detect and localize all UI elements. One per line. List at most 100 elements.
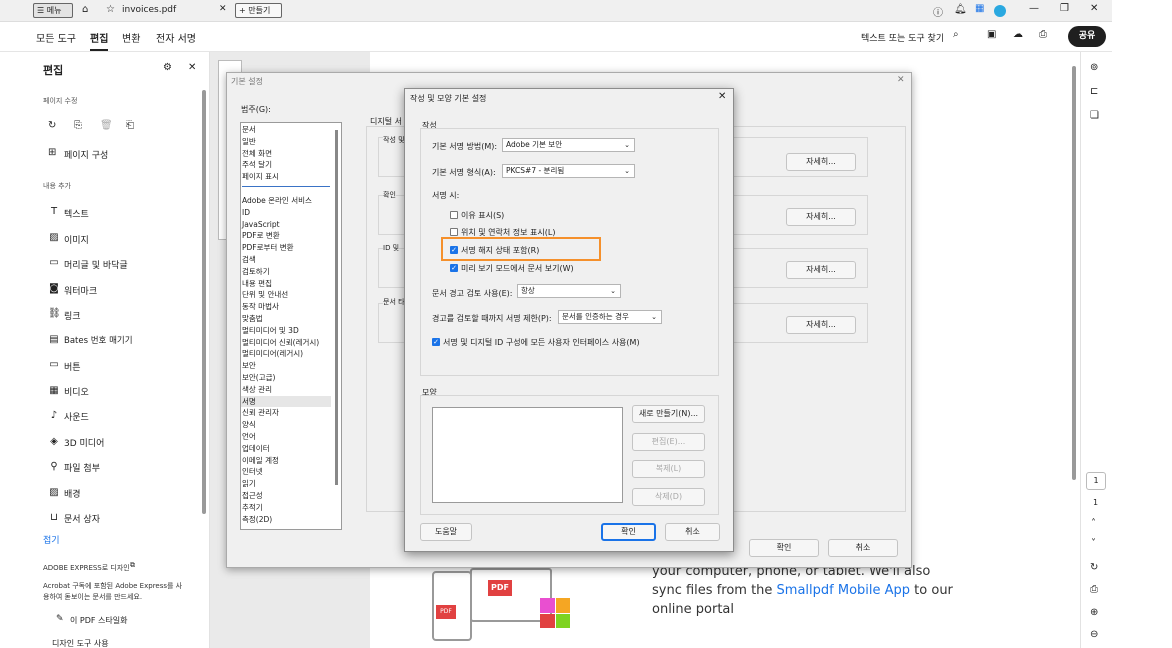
upload-cloud-icon[interactable]: ☁ xyxy=(1013,29,1023,40)
category-item[interactable]: 언어 xyxy=(242,431,319,443)
video-item[interactable]: 비디오 xyxy=(64,385,89,398)
category-item[interactable]: 단위 및 안내선 xyxy=(242,289,319,301)
category-item[interactable]: 동작 마법사 xyxy=(242,301,319,313)
fit-page-icon[interactable]: ⎙ xyxy=(1090,584,1098,595)
link-item[interactable]: 링크 xyxy=(64,309,81,322)
category-item[interactable]: 페이지 표시 xyxy=(242,171,279,183)
more-button-4[interactable]: 자세히... xyxy=(786,316,856,334)
preview-mode-checkbox[interactable]: ✓ xyxy=(450,264,458,272)
rotate-icon[interactable]: ↻ xyxy=(48,120,56,131)
ok-button[interactable]: 확인 xyxy=(601,523,656,541)
category-item[interactable]: 전체 화면 xyxy=(242,148,279,160)
show-location-checkbox[interactable] xyxy=(450,228,458,236)
organize-pages-item[interactable]: 페이지 구성 xyxy=(64,148,108,161)
comment-icon[interactable]: ⊚ xyxy=(1090,62,1098,73)
category-item[interactable]: PDF로부터 변환 xyxy=(242,242,319,254)
tab-all-tools[interactable]: 모든 도구 xyxy=(36,30,76,45)
category-item[interactable]: ID xyxy=(242,207,319,219)
save-icon[interactable]: ▣ xyxy=(987,29,996,40)
insert-page-icon[interactable]: ⎘ xyxy=(74,120,82,131)
close-window-icon[interactable]: ✕ xyxy=(1090,3,1098,14)
category-item[interactable]: PDF로 변환 xyxy=(242,230,319,242)
cancel-button[interactable]: 취소 xyxy=(665,523,720,541)
preferences-close-icon[interactable]: ✕ xyxy=(897,75,905,85)
category-item[interactable]: 접근성 xyxy=(242,490,319,502)
search-icon[interactable]: ⌕ xyxy=(953,29,959,40)
tab-convert[interactable]: 변환 xyxy=(122,30,140,45)
apps-icon[interactable]: ▦ xyxy=(975,3,984,14)
preferences-cancel-button[interactable]: 취소 xyxy=(828,539,898,557)
collapse-link[interactable]: 접기 xyxy=(43,533,60,546)
category-scrollbar[interactable] xyxy=(335,130,338,485)
close-tab-icon[interactable]: ✕ xyxy=(219,4,227,14)
category-item[interactable]: 일반 xyxy=(242,136,279,148)
new-appearance-button[interactable]: 새로 만들기(N)... xyxy=(632,405,705,423)
prevent-select[interactable]: 문서를 인증하는 경우 ⌄ xyxy=(558,310,662,324)
avatar[interactable] xyxy=(994,5,1006,17)
category-item[interactable]: 측정(2D) xyxy=(242,514,319,526)
refresh-icon[interactable]: ↻ xyxy=(1090,562,1098,573)
category-item[interactable]: 이메일 계정 xyxy=(242,455,319,467)
category-item[interactable]: 맞춤법 xyxy=(242,313,319,325)
stylize-pdf-item[interactable]: 이 PDF 스타일화 xyxy=(70,615,127,626)
menu-button[interactable]: ☰ 메뉴 xyxy=(33,3,73,18)
bookmark-icon[interactable]: ⊏ xyxy=(1090,86,1098,97)
header-footer-item[interactable]: 머리글 및 바닥글 xyxy=(64,258,128,271)
3d-media-item[interactable]: 3D 미디어 xyxy=(64,436,104,449)
category-item[interactable]: 문서 xyxy=(242,124,279,136)
attach-file-item[interactable]: 파일 첨부 xyxy=(64,461,100,474)
restore-icon[interactable]: ❐ xyxy=(1060,3,1069,14)
settings-gear-icon[interactable]: ⚙ xyxy=(163,62,172,73)
panel-scrollbar[interactable] xyxy=(202,90,206,514)
category-item[interactable]: 보안(고급) xyxy=(242,372,319,384)
help-icon[interactable]: ⓘ xyxy=(933,4,943,19)
share-button[interactable]: 공유 xyxy=(1068,26,1106,47)
smallpdf-app-link[interactable]: Smallpdf Mobile App xyxy=(777,583,911,598)
category-item[interactable]: 내용 편집 xyxy=(242,278,319,290)
design-tools-item[interactable]: 디자인 도구 사용 xyxy=(52,638,109,648)
category-item[interactable]: 멀티미디어(레거시) xyxy=(242,348,319,360)
category-item[interactable]: Adobe 온라인 서비스 xyxy=(242,195,319,207)
include-revocation-checkbox[interactable]: ✓ xyxy=(450,246,458,254)
warnings-select[interactable]: 항상 ⌄ xyxy=(517,284,621,298)
category-item[interactable]: 색상 관리 xyxy=(242,384,319,396)
add-text-item[interactable]: 텍스트 xyxy=(64,207,89,220)
tab-title[interactable]: invoices.pdf xyxy=(122,5,176,15)
document-box-item[interactable]: 문서 상자 xyxy=(64,512,100,525)
page-down-icon[interactable]: ˅ xyxy=(1091,538,1096,549)
category-item[interactable]: 검토하기 xyxy=(242,266,319,278)
external-link-icon[interactable]: ⧉ xyxy=(130,561,135,570)
copy-pages-icon[interactable]: ❏ xyxy=(1090,110,1099,121)
preferences-ok-button[interactable]: 확인 xyxy=(749,539,819,557)
category-item[interactable]: 멀티미디어 신뢰(레거시) xyxy=(242,337,319,349)
print-icon[interactable]: ⎙ xyxy=(1039,29,1047,40)
more-button-3[interactable]: 자세히... xyxy=(786,261,856,279)
format-select[interactable]: PKCS#7 - 분리됨 ⌄ xyxy=(502,164,635,178)
new-tab-button[interactable]: + 만들기 xyxy=(235,3,282,18)
page-up-icon[interactable]: ˄ xyxy=(1091,518,1096,529)
organize-pages-icon[interactable]: ⊞ xyxy=(48,147,56,158)
more-button-2[interactable]: 자세히... xyxy=(786,208,856,226)
category-item[interactable]: 인터넷 xyxy=(242,466,319,478)
category-item[interactable]: JavaScript xyxy=(242,219,319,231)
extract-page-icon[interactable]: ⎗ xyxy=(126,120,134,131)
category-item[interactable]: 주석 달기 xyxy=(242,159,279,171)
button-item[interactable]: 버튼 xyxy=(64,360,81,373)
category-item[interactable]: 보안 xyxy=(242,360,319,372)
category-item[interactable]: 읽기 xyxy=(242,478,319,490)
help-button[interactable]: 도움말 xyxy=(420,523,472,541)
bates-item[interactable]: Bates 번호 매기기 xyxy=(64,334,133,346)
minimize-icon[interactable]: — xyxy=(1029,3,1039,14)
method-select[interactable]: Adobe 기본 보안 ⌄ xyxy=(502,138,635,152)
category-item[interactable]: 신뢰 관리자 xyxy=(242,407,319,419)
bell-icon[interactable]: 🔔︎ xyxy=(954,4,967,15)
category-item[interactable]: 양식 xyxy=(242,419,319,431)
zoom-in-icon[interactable]: ⊕ xyxy=(1090,607,1098,618)
tab-edit[interactable]: 편집 xyxy=(90,30,109,51)
category-item[interactable]: 업데이터 xyxy=(242,443,319,455)
sound-item[interactable]: 사운드 xyxy=(64,410,89,423)
show-reason-checkbox[interactable] xyxy=(450,211,458,219)
add-image-item[interactable]: 이미지 xyxy=(64,233,89,246)
close-panel-icon[interactable]: ✕ xyxy=(188,62,196,73)
home-icon[interactable]: ⌂ xyxy=(82,4,88,15)
